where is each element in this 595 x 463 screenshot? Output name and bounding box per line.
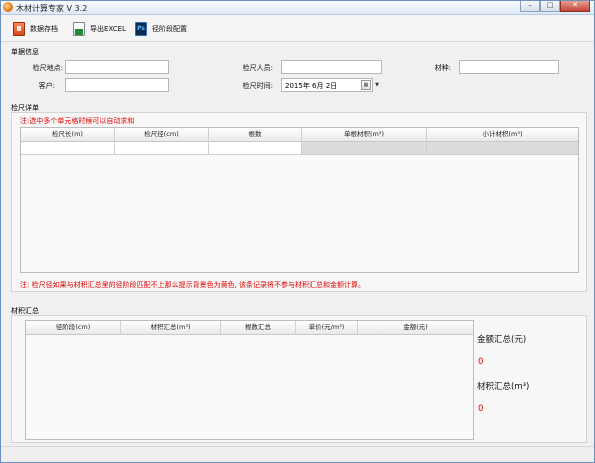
- inspection-time-label: 检尺时间:: [242, 82, 273, 90]
- title-bar: 木材计算专家 V 3.2 – □ ✕: [1, 1, 594, 15]
- inspection-date-value: 2015年 6月 2日: [285, 82, 338, 90]
- col-header-volume-sum[interactable]: 材积汇总(m³): [121, 321, 221, 335]
- inspector-label: 检尺人员:: [242, 64, 273, 72]
- diameter-config-button[interactable]: Ps 径阶段配置: [135, 21, 187, 37]
- detail-warning: 注: 检尺径如果与材积汇总里的径阶段匹配不上那么提示背景色为黄色, 该条记录将不…: [20, 281, 366, 289]
- amount-total-value: 0: [478, 357, 484, 367]
- save-archive-icon: [13, 22, 25, 36]
- table-row[interactable]: [21, 142, 578, 155]
- archive-data-label: 数据存档: [30, 25, 58, 33]
- location-input[interactable]: [65, 60, 169, 74]
- chevron-down-icon[interactable]: ▼: [375, 82, 379, 88]
- location-label: 检尺地点:: [32, 64, 63, 72]
- inspector-input[interactable]: [281, 60, 382, 74]
- cell-unit-volume: [302, 142, 427, 154]
- app-logo-icon: [3, 2, 13, 12]
- doc-info-group-label: 单据信息: [11, 48, 39, 56]
- detail-tip: 注:选中多个单元格时候可以自动求和: [20, 117, 135, 125]
- summary-grid-header: 径阶段(cm) 材积汇总(m³) 根数汇总 单价(元/m³) 金额(元): [26, 321, 473, 335]
- amount-total-label: 金额汇总(元): [477, 335, 527, 345]
- detail-grid[interactable]: 检尺长(m) 检尺径(cm) 根数 单根材积(m³) 小计材积(m³): [20, 127, 579, 273]
- window-title: 木材计算专家 V 3.2: [16, 4, 88, 13]
- col-header-diameter-range[interactable]: 径阶段(cm): [26, 321, 121, 335]
- window-controls: – □ ✕: [520, 1, 590, 12]
- col-header-diameter[interactable]: 检尺径(cm): [115, 128, 209, 142]
- status-bar: [1, 446, 594, 462]
- col-header-unit-price[interactable]: 单价(元/m³): [296, 321, 358, 335]
- export-excel-label: 导出EXCEL: [90, 25, 126, 33]
- photoshop-config-icon: Ps: [135, 22, 147, 36]
- diameter-config-label: 径阶段配置: [152, 25, 187, 33]
- calendar-icon[interactable]: ▦: [361, 80, 371, 90]
- customer-input[interactable]: [65, 78, 169, 92]
- col-header-amount[interactable]: 金额(元): [358, 321, 473, 335]
- col-header-unit-volume[interactable]: 单根材积(m³): [302, 128, 427, 142]
- main-window: 木材计算专家 V 3.2 – □ ✕ 数据存档 导出EXCEL Ps 径阶段配置…: [0, 0, 595, 463]
- col-header-count-sum[interactable]: 根数汇总: [221, 321, 296, 335]
- species-input[interactable]: [459, 60, 559, 74]
- maximize-button[interactable]: □: [540, 1, 560, 12]
- summary-grid[interactable]: 径阶段(cm) 材积汇总(m³) 根数汇总 单价(元/m³) 金额(元): [25, 320, 474, 440]
- detail-grid-header: 检尺长(m) 检尺径(cm) 根数 单根材积(m³) 小计材积(m³): [21, 128, 578, 142]
- close-button[interactable]: ✕: [560, 1, 590, 12]
- toolbar: 数据存档 导出EXCEL Ps 径阶段配置: [1, 15, 594, 42]
- inspection-date-picker[interactable]: 2015年 6月 2日 ▦ ▼: [281, 78, 379, 92]
- cell-subtotal-volume: [427, 142, 578, 154]
- summary-panel: 径阶段(cm) 材积汇总(m³) 根数汇总 单价(元/m³) 金额(元) 金额汇…: [11, 315, 587, 443]
- col-header-length[interactable]: 检尺长(m): [21, 128, 115, 142]
- archive-data-button[interactable]: 数据存档: [13, 21, 58, 37]
- minimize-button[interactable]: –: [520, 1, 540, 12]
- detail-panel: 注:选中多个单元格时候可以自动求和 检尺长(m) 检尺径(cm) 根数 单根材积…: [11, 112, 587, 292]
- volume-total-value: 0: [478, 404, 484, 414]
- col-header-count[interactable]: 根数: [209, 128, 302, 142]
- col-header-subtotal-volume[interactable]: 小计材积(m³): [427, 128, 578, 142]
- export-excel-button[interactable]: 导出EXCEL: [73, 21, 126, 37]
- cell-length[interactable]: [21, 142, 115, 154]
- volume-total-label: 材积汇总(m³): [477, 382, 530, 392]
- species-label: 材种:: [434, 64, 451, 72]
- customer-label: 客户:: [38, 82, 55, 90]
- cell-count[interactable]: [209, 142, 302, 154]
- cell-diameter[interactable]: [115, 142, 209, 154]
- excel-export-icon: [73, 22, 85, 36]
